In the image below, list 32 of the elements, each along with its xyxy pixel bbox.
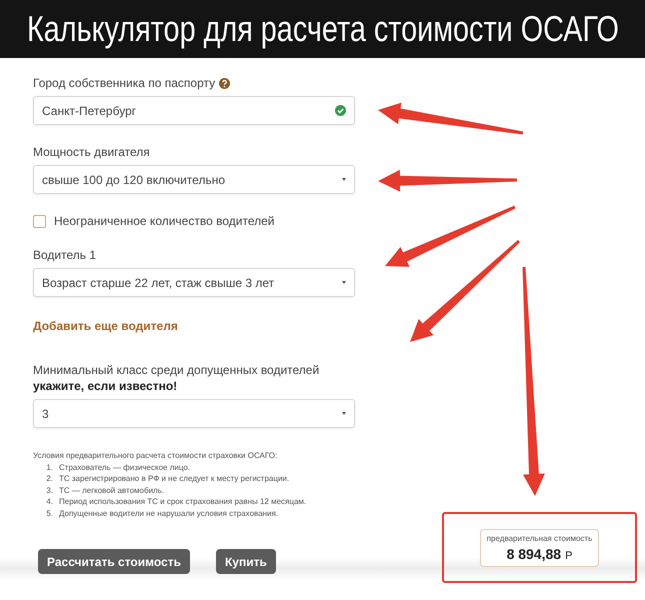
buy-button[interactable]: Купить [216,549,276,574]
page-title: Калькулятор для расчета стоимости ОСАГО [26,8,618,50]
field-label: Мощность двигателя [33,145,150,159]
caret-icon [342,281,346,284]
condition-text: Допущенные водители не нарушали условия страхования. [59,508,278,519]
add-driver-link[interactable]: Добавить еще водителя [33,319,178,333]
select-field[interactable]: Возраст старше 22 лет, стаж свыше 3 лет [33,268,355,297]
calculate-button[interactable]: Рассчитать стоимость [38,549,190,574]
caret-icon [342,178,346,181]
field-note: укажите, если известно! [33,379,178,393]
help-icon[interactable] [219,78,230,88]
field-label: Водитель 1 [33,248,96,262]
list-number: 3. [45,484,53,496]
list-number: 1. [45,462,53,473]
caret-icon [342,412,346,415]
condition-text: ТС — легковой автомобиль. [59,484,164,496]
conditions-heading: Условия предварительного расчета стоимости страховки ОСАГО: [33,450,278,462]
select-field[interactable]: свыше 100 до 120 включительно [33,165,355,194]
condition-text: Страхователь — физическое лицо. [59,462,190,473]
checkbox-label: Неограниченное количество водителей [54,214,274,228]
price-label: предварительная стоимость [486,534,592,542]
condition-text: ТС зарегистрировано в РФ и не следует к месту регистрации. [59,473,290,484]
checkbox[interactable] [33,214,46,228]
price-value: 8 894,88 Р [506,546,572,562]
condition-text: Период использования ТС и срок страхования равны 12 месяцам. [59,496,306,508]
select-field[interactable]: 3 [33,399,355,428]
field-label: Минимальный класс среди допущенных водителей [33,363,320,377]
list-number: 2. [45,473,53,484]
list-number: 5. [45,508,53,519]
list-number: 4. [45,496,53,508]
field-label: Город собственника по паспорту [33,76,216,90]
city-input[interactable]: Санкт-Петербург [33,96,355,125]
